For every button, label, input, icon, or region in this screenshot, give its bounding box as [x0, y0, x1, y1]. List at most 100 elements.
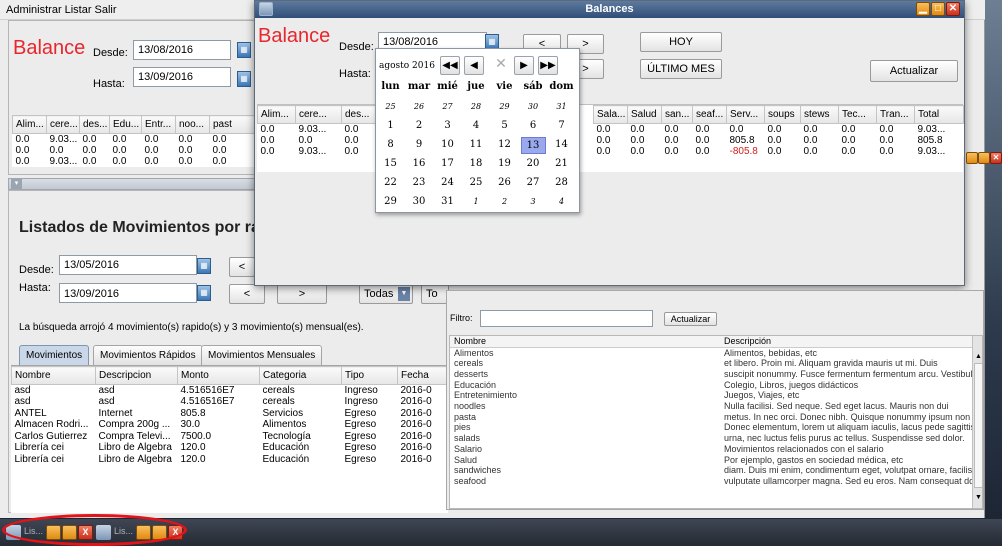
table-row[interactable]: Librería cei Libro de Álgebra 120.0 Educaci…	[12, 442, 452, 454]
table-row[interactable]: 0.0 9.03... 0.0 0.0 0.0 0.0 0.0	[13, 134, 259, 146]
calendar-day[interactable]: 9	[407, 137, 432, 154]
maximize-icon[interactable]: □	[931, 2, 945, 16]
minimize-icon[interactable]	[966, 152, 978, 164]
calendar-day[interactable]: 23	[407, 175, 432, 192]
calendar-day[interactable]: 22	[378, 175, 403, 192]
hoy-button[interactable]: HOY	[640, 32, 722, 52]
expand-icon[interactable]: ▾	[11, 179, 22, 189]
calendar-day[interactable]: 13	[520, 137, 546, 154]
calendar-day[interactable]: 6	[521, 118, 546, 135]
table-row[interactable]: cereals et libero. Proin mi. Aliquam grav…	[450, 358, 972, 369]
maximize-icon[interactable]	[978, 152, 990, 164]
calendar-day[interactable]: 26	[492, 175, 517, 192]
table-row[interactable]: Carlos Gutierrez Compra Televi... 7500.0 Te…	[12, 431, 452, 443]
column-header[interactable]: Edu...	[109, 115, 142, 134]
calendar-icon[interactable]: ▦	[237, 42, 251, 58]
calendar-day[interactable]: 17	[435, 156, 460, 173]
calendar-day[interactable]: 5	[492, 118, 517, 135]
calendar-day[interactable]: 31	[435, 194, 460, 211]
categoria-combo[interactable]: To	[421, 284, 449, 304]
calendar-day[interactable]: 15	[378, 156, 403, 173]
calendar-day[interactable]: 30	[521, 99, 546, 116]
table-row[interactable]: pasta metus. In nec orci. Donec nibh. Qui…	[450, 412, 972, 423]
column-header[interactable]: Monto	[177, 366, 260, 385]
column-header[interactable]: cere...	[295, 105, 342, 124]
calendar-day[interactable]: 11	[464, 137, 489, 154]
column-header[interactable]: Tran...	[876, 105, 915, 124]
column-header[interactable]: des...	[79, 115, 110, 134]
calendar-day[interactable]: 4	[464, 118, 489, 135]
menu-listar[interactable]: Listar	[65, 0, 95, 16]
column-header[interactable]: Total	[914, 105, 964, 124]
prev-button-2[interactable]: <	[229, 284, 265, 304]
column-header[interactable]: stews	[800, 105, 839, 124]
calendar-day[interactable]: 19	[492, 156, 517, 173]
table-row[interactable]: salads urna, nec luctus felis purus ac te…	[450, 433, 972, 444]
ultimo-mes-button[interactable]: ÚLTIMO MES	[640, 59, 722, 79]
column-header[interactable]: Alim...	[12, 115, 47, 134]
column-header[interactable]: Entr...	[141, 115, 176, 134]
table-row[interactable]: Entretenimiento Juegos, Viajes, etc	[450, 390, 972, 401]
table-row[interactable]: 0.0 0.0 0.0 0.0 -805.8 0.0 0.0 0.0 0.0 9.03...	[594, 146, 964, 157]
table-row[interactable]: asd asd 4.516516E7 cereals Ingreso 2016-0	[12, 396, 452, 408]
menu-salir[interactable]: Salir	[95, 0, 120, 16]
calendar-day[interactable]: 29	[492, 99, 517, 116]
calendar-day[interactable]: 16	[407, 156, 432, 173]
close-icon[interactable]: ✕	[990, 152, 1002, 164]
column-header[interactable]: Descripción	[720, 336, 972, 348]
calendar-day[interactable]: 28	[464, 99, 489, 116]
table-row[interactable]: 0.0 9.03... 0.0	[258, 124, 382, 136]
calendar-day[interactable]: 4	[549, 194, 574, 211]
calendar-day[interactable]: 25	[378, 99, 403, 116]
calendar-day[interactable]: 31	[549, 99, 574, 116]
column-header[interactable]: Categoria	[259, 366, 342, 385]
column-header[interactable]: seaf...	[692, 105, 727, 124]
column-header[interactable]: Fecha	[397, 366, 452, 385]
vertical-scrollbar[interactable]: ▲ ▼	[972, 336, 982, 508]
calendar-icon[interactable]: ▦	[237, 71, 251, 87]
table-row[interactable]: sandwiches diam. Duis mi enim, condimentu…	[450, 465, 972, 476]
calendar-day[interactable]: 18	[464, 156, 489, 173]
calendar-day[interactable]: 29	[378, 194, 403, 211]
table-row[interactable]: Almacen Rodri... Compra 200g ... 30.0 Alime…	[12, 419, 452, 431]
calendar-icon[interactable]: ▦	[197, 258, 211, 274]
next-year-button[interactable]: ▶▶	[538, 56, 558, 75]
column-header[interactable]: Tec...	[838, 105, 877, 124]
calendar-day[interactable]: 10	[435, 137, 460, 154]
scroll-thumb[interactable]	[974, 363, 982, 488]
calendar-day[interactable]: 3	[435, 118, 460, 135]
hasta-date-field[interactable]: 13/09/2016	[133, 67, 231, 87]
calendar-day[interactable]: 14	[549, 137, 574, 154]
prev-button[interactable]: <	[229, 257, 255, 277]
column-header[interactable]: Nombre	[11, 366, 96, 385]
actualizar-button[interactable]: Actualizar	[870, 60, 958, 82]
table-row[interactable]: desserts suscipit nonummy. Fusce fermentu…	[450, 369, 972, 380]
table-row[interactable]: Librería cei Libro de Álgebra 120.0 Educaci…	[12, 454, 452, 466]
scroll-up-icon[interactable]: ▲	[974, 353, 982, 362]
table-row[interactable]: 0.0 0.0 0.0	[258, 135, 382, 146]
calendar-day[interactable]: 24	[435, 175, 460, 192]
filtro-input[interactable]	[480, 310, 653, 327]
calendar-day[interactable]: 1	[378, 118, 403, 135]
calendar-day[interactable]: 30	[407, 194, 432, 211]
table-row[interactable]: Salario Movimientos relacionados con el s…	[450, 444, 972, 455]
tipo-combo[interactable]: Todas ▼	[359, 284, 413, 304]
list-actualizar-button[interactable]: Actualizar	[664, 312, 717, 326]
table-row[interactable]: Alimentos Alimentos, bebidas, etc	[450, 347, 972, 358]
table-row[interactable]: Salud Por ejemplo, gastos en sociedad méd…	[450, 455, 972, 466]
calendar-day[interactable]: 25	[464, 175, 489, 192]
calendar-day[interactable]: 2	[407, 118, 432, 135]
column-header[interactable]: soups	[764, 105, 801, 124]
table-row[interactable]: 0.0 9.03... 0.0	[258, 146, 382, 157]
column-header[interactable]: Sala...	[593, 105, 628, 124]
window-menu-icon[interactable]	[259, 2, 273, 16]
calendar-day[interactable]: 3	[521, 194, 546, 211]
table-row[interactable]: noodles Nulla facilisi. Sed neque. Sed eg…	[450, 401, 972, 412]
column-header[interactable]: Serv...	[726, 105, 765, 124]
calendar-day[interactable]: 20	[521, 156, 546, 173]
table-row[interactable]: ANTEL Internet 805.8 Servicios Egreso 2016-0	[12, 408, 452, 420]
column-header[interactable]: Alim...	[257, 105, 296, 124]
clear-date-icon[interactable]: ✕	[491, 56, 511, 75]
column-header[interactable]: Tipo	[341, 366, 398, 385]
scroll-down-icon[interactable]: ▼	[974, 494, 982, 503]
